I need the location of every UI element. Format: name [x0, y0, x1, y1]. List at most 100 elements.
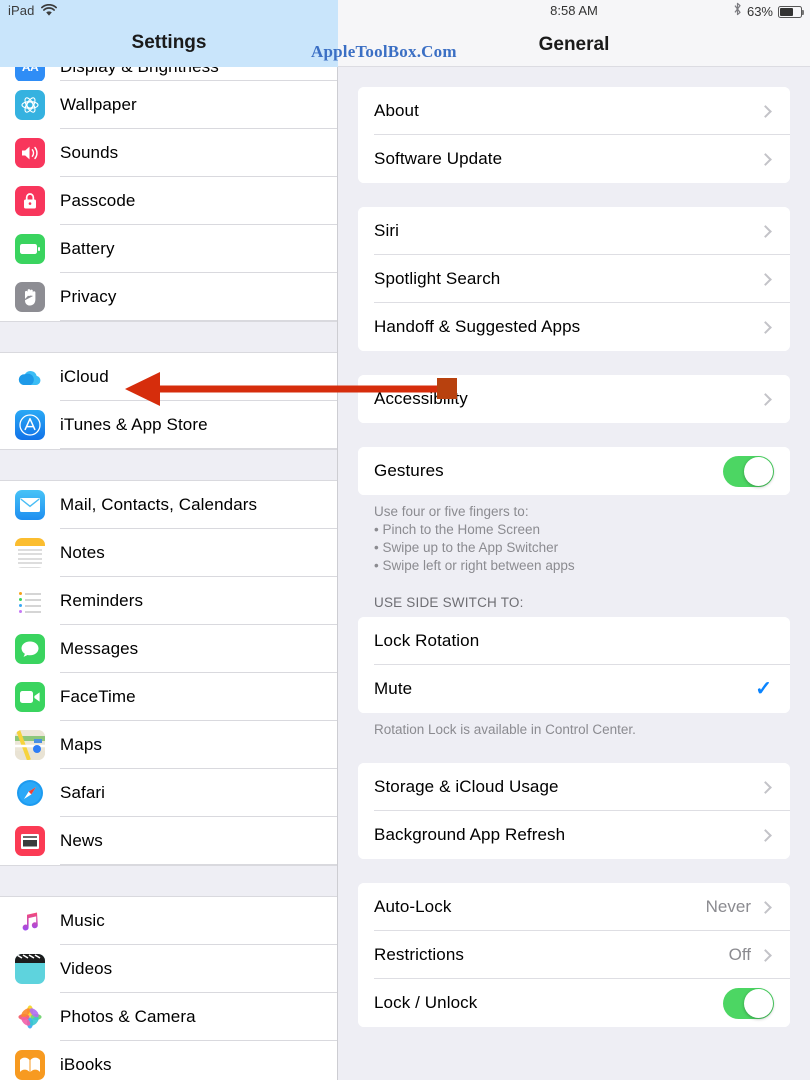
- icloud-icon: [15, 362, 45, 392]
- sidebar-item-label: Reminders: [60, 591, 144, 610]
- sidebar-title: Settings: [131, 32, 207, 53]
- settings-row-label: About: [374, 101, 419, 120]
- general-detail-pane[interactable]: About Software Update Siri Spotlight Searc…: [338, 67, 810, 1080]
- sidebar-item-safari[interactable]: Safari: [0, 769, 337, 817]
- sidebar-item-sounds[interactable]: Sounds: [0, 129, 337, 177]
- settings-row-handoff-suggested-apps[interactable]: Handoff & Suggested Apps: [358, 303, 790, 351]
- settings-row-auto-lock[interactable]: Auto-Lock Never: [358, 883, 790, 931]
- footnote-line: • Pinch to the Home Screen: [374, 522, 541, 537]
- music-icon: [15, 906, 45, 936]
- status-bar: iPad 8:58 AM 63%: [0, 0, 810, 22]
- settings-row-spotlight-search[interactable]: Spotlight Search: [358, 255, 790, 303]
- sidebar-item-label: News: [60, 831, 103, 850]
- group-siri[interactable]: Siri Spotlight Search Handoff & Suggested …: [358, 207, 790, 351]
- sidebar-item-videos[interactable]: Videos: [0, 945, 337, 993]
- sidebar-item-display-brightness[interactable]: AA Display & Brightness: [0, 67, 337, 82]
- sidebar-item-label: iBooks: [60, 1055, 112, 1074]
- sidebar-item-label: Wallpaper: [60, 95, 137, 114]
- side-switch-section-header: USE SIDE SWITCH TO:: [374, 595, 524, 610]
- group-about[interactable]: About Software Update: [358, 87, 790, 183]
- settings-row-label: Handoff & Suggested Apps: [374, 317, 581, 336]
- battery-settings-icon: [15, 234, 45, 264]
- settings-row-accessory: Off: [729, 945, 774, 965]
- settings-row-label: Siri: [374, 221, 399, 240]
- settings-row-accessory: [759, 272, 774, 286]
- settings-row-storage-icloud-usage[interactable]: Storage & iCloud Usage: [358, 763, 790, 811]
- chevron-right-icon: [759, 780, 772, 794]
- facetime-icon: [15, 682, 45, 712]
- settings-row-lock-rotation[interactable]: Lock Rotation: [358, 617, 790, 665]
- toggle-switch[interactable]: [723, 987, 774, 1019]
- sidebar-item-facetime[interactable]: FaceTime: [0, 673, 337, 721]
- settings-row-accessory: [759, 104, 774, 118]
- sidebar-item-itunes-app-store[interactable]: iTunes & App Store: [0, 401, 337, 449]
- videos-icon: [15, 954, 45, 984]
- sidebar-item-privacy[interactable]: Privacy: [0, 273, 337, 321]
- group-storage[interactable]: Storage & iCloud Usage Background App Ref…: [358, 763, 790, 859]
- sidebar-item-label: Sounds: [60, 143, 119, 162]
- settings-row-accessory: [723, 987, 774, 1019]
- reminders-icon: [15, 586, 45, 616]
- settings-row-label: Gestures: [374, 461, 444, 480]
- sidebar-item-label: iTunes & App Store: [60, 415, 208, 434]
- news-icon: [15, 826, 45, 856]
- settings-row-label: Auto-Lock: [374, 897, 452, 916]
- sidebar-item-wallpaper[interactable]: Wallpaper: [0, 81, 337, 129]
- chevron-right-icon: [759, 948, 772, 962]
- sidebar-section-gap: [0, 449, 337, 481]
- sidebar-item-photos-camera[interactable]: Photos & Camera: [0, 993, 337, 1041]
- settings-row-label: Lock Rotation: [374, 631, 480, 650]
- sidebar-item-messages[interactable]: Messages: [0, 625, 337, 673]
- footnote-line: • Swipe up to the App Switcher: [374, 540, 559, 555]
- group-gestures[interactable]: Gestures: [358, 447, 790, 495]
- app-store-icon: [15, 410, 45, 440]
- maps-icon: [15, 730, 45, 760]
- settings-row-background-app-refresh[interactable]: Background App Refresh: [358, 811, 790, 859]
- wallpaper-icon: [15, 90, 45, 120]
- settings-row-label: Lock / Unlock: [374, 993, 478, 1012]
- toggle-switch[interactable]: [723, 455, 774, 487]
- sidebar-item-label: FaceTime: [60, 687, 136, 706]
- settings-row-lock-unlock[interactable]: Lock / Unlock: [358, 979, 790, 1027]
- sidebar-item-news[interactable]: News: [0, 817, 337, 865]
- settings-row-label: Spotlight Search: [374, 269, 501, 288]
- settings-row-accessory: [723, 455, 774, 487]
- sidebar-item-label: Photos & Camera: [60, 1007, 196, 1026]
- sidebar-item-maps[interactable]: Maps: [0, 721, 337, 769]
- settings-row-accessibility[interactable]: Accessibility: [358, 375, 790, 423]
- settings-row-siri[interactable]: Siri: [358, 207, 790, 255]
- settings-row-restrictions[interactable]: Restrictions Off: [358, 931, 790, 979]
- settings-row-label: Restrictions: [374, 945, 465, 964]
- group-accessibility[interactable]: Accessibility: [358, 375, 790, 423]
- watermark: AppleToolBox.Com: [311, 42, 457, 61]
- sounds-icon: [15, 138, 45, 168]
- sidebar-item-label: iCloud: [60, 367, 109, 386]
- sidebar-item-ibooks[interactable]: iBooks: [0, 1041, 337, 1080]
- settings-row-value: Off: [728, 945, 751, 964]
- settings-row-mute[interactable]: Mute ✓: [358, 665, 790, 713]
- settings-sidebar[interactable]: AA Display & Brightness Wallpaper Sounds Pas…: [0, 67, 338, 1080]
- settings-row-label: Storage & iCloud Usage: [374, 777, 559, 796]
- group-side-switch[interactable]: Lock Rotation Mute ✓: [358, 617, 790, 713]
- messages-icon: [15, 634, 45, 664]
- mail-icon: [15, 490, 45, 520]
- settings-row-gestures[interactable]: Gestures: [358, 447, 790, 495]
- sidebar-item-notes[interactable]: Notes: [0, 529, 337, 577]
- sidebar-item-mail-contacts-calendars[interactable]: Mail, Contacts, Calendars: [0, 481, 337, 529]
- display-brightness-icon: AA: [15, 67, 45, 82]
- settings-row-label: Software Update: [374, 149, 503, 168]
- sidebar-item-battery[interactable]: Battery: [0, 225, 337, 273]
- settings-row-software-update[interactable]: Software Update: [358, 135, 790, 183]
- rotation-footnote: Rotation Lock is available in Control Ce…: [374, 722, 636, 737]
- sidebar-item-reminders[interactable]: Reminders: [0, 577, 337, 625]
- sidebar-item-icloud[interactable]: iCloud: [0, 353, 337, 401]
- sidebar-item-label: Notes: [60, 543, 105, 562]
- sidebar-item-music[interactable]: Music: [0, 897, 337, 945]
- safari-icon: [15, 778, 45, 808]
- chevron-right-icon: [759, 224, 772, 238]
- device-name-label: iPad: [8, 3, 35, 18]
- checkmark-icon: ✓: [755, 678, 772, 700]
- settings-row-about[interactable]: About: [358, 87, 790, 135]
- group-autolock[interactable]: Auto-Lock Never Restrictions Off Lock / Unlo…: [358, 883, 790, 1027]
- sidebar-item-passcode[interactable]: Passcode: [0, 177, 337, 225]
